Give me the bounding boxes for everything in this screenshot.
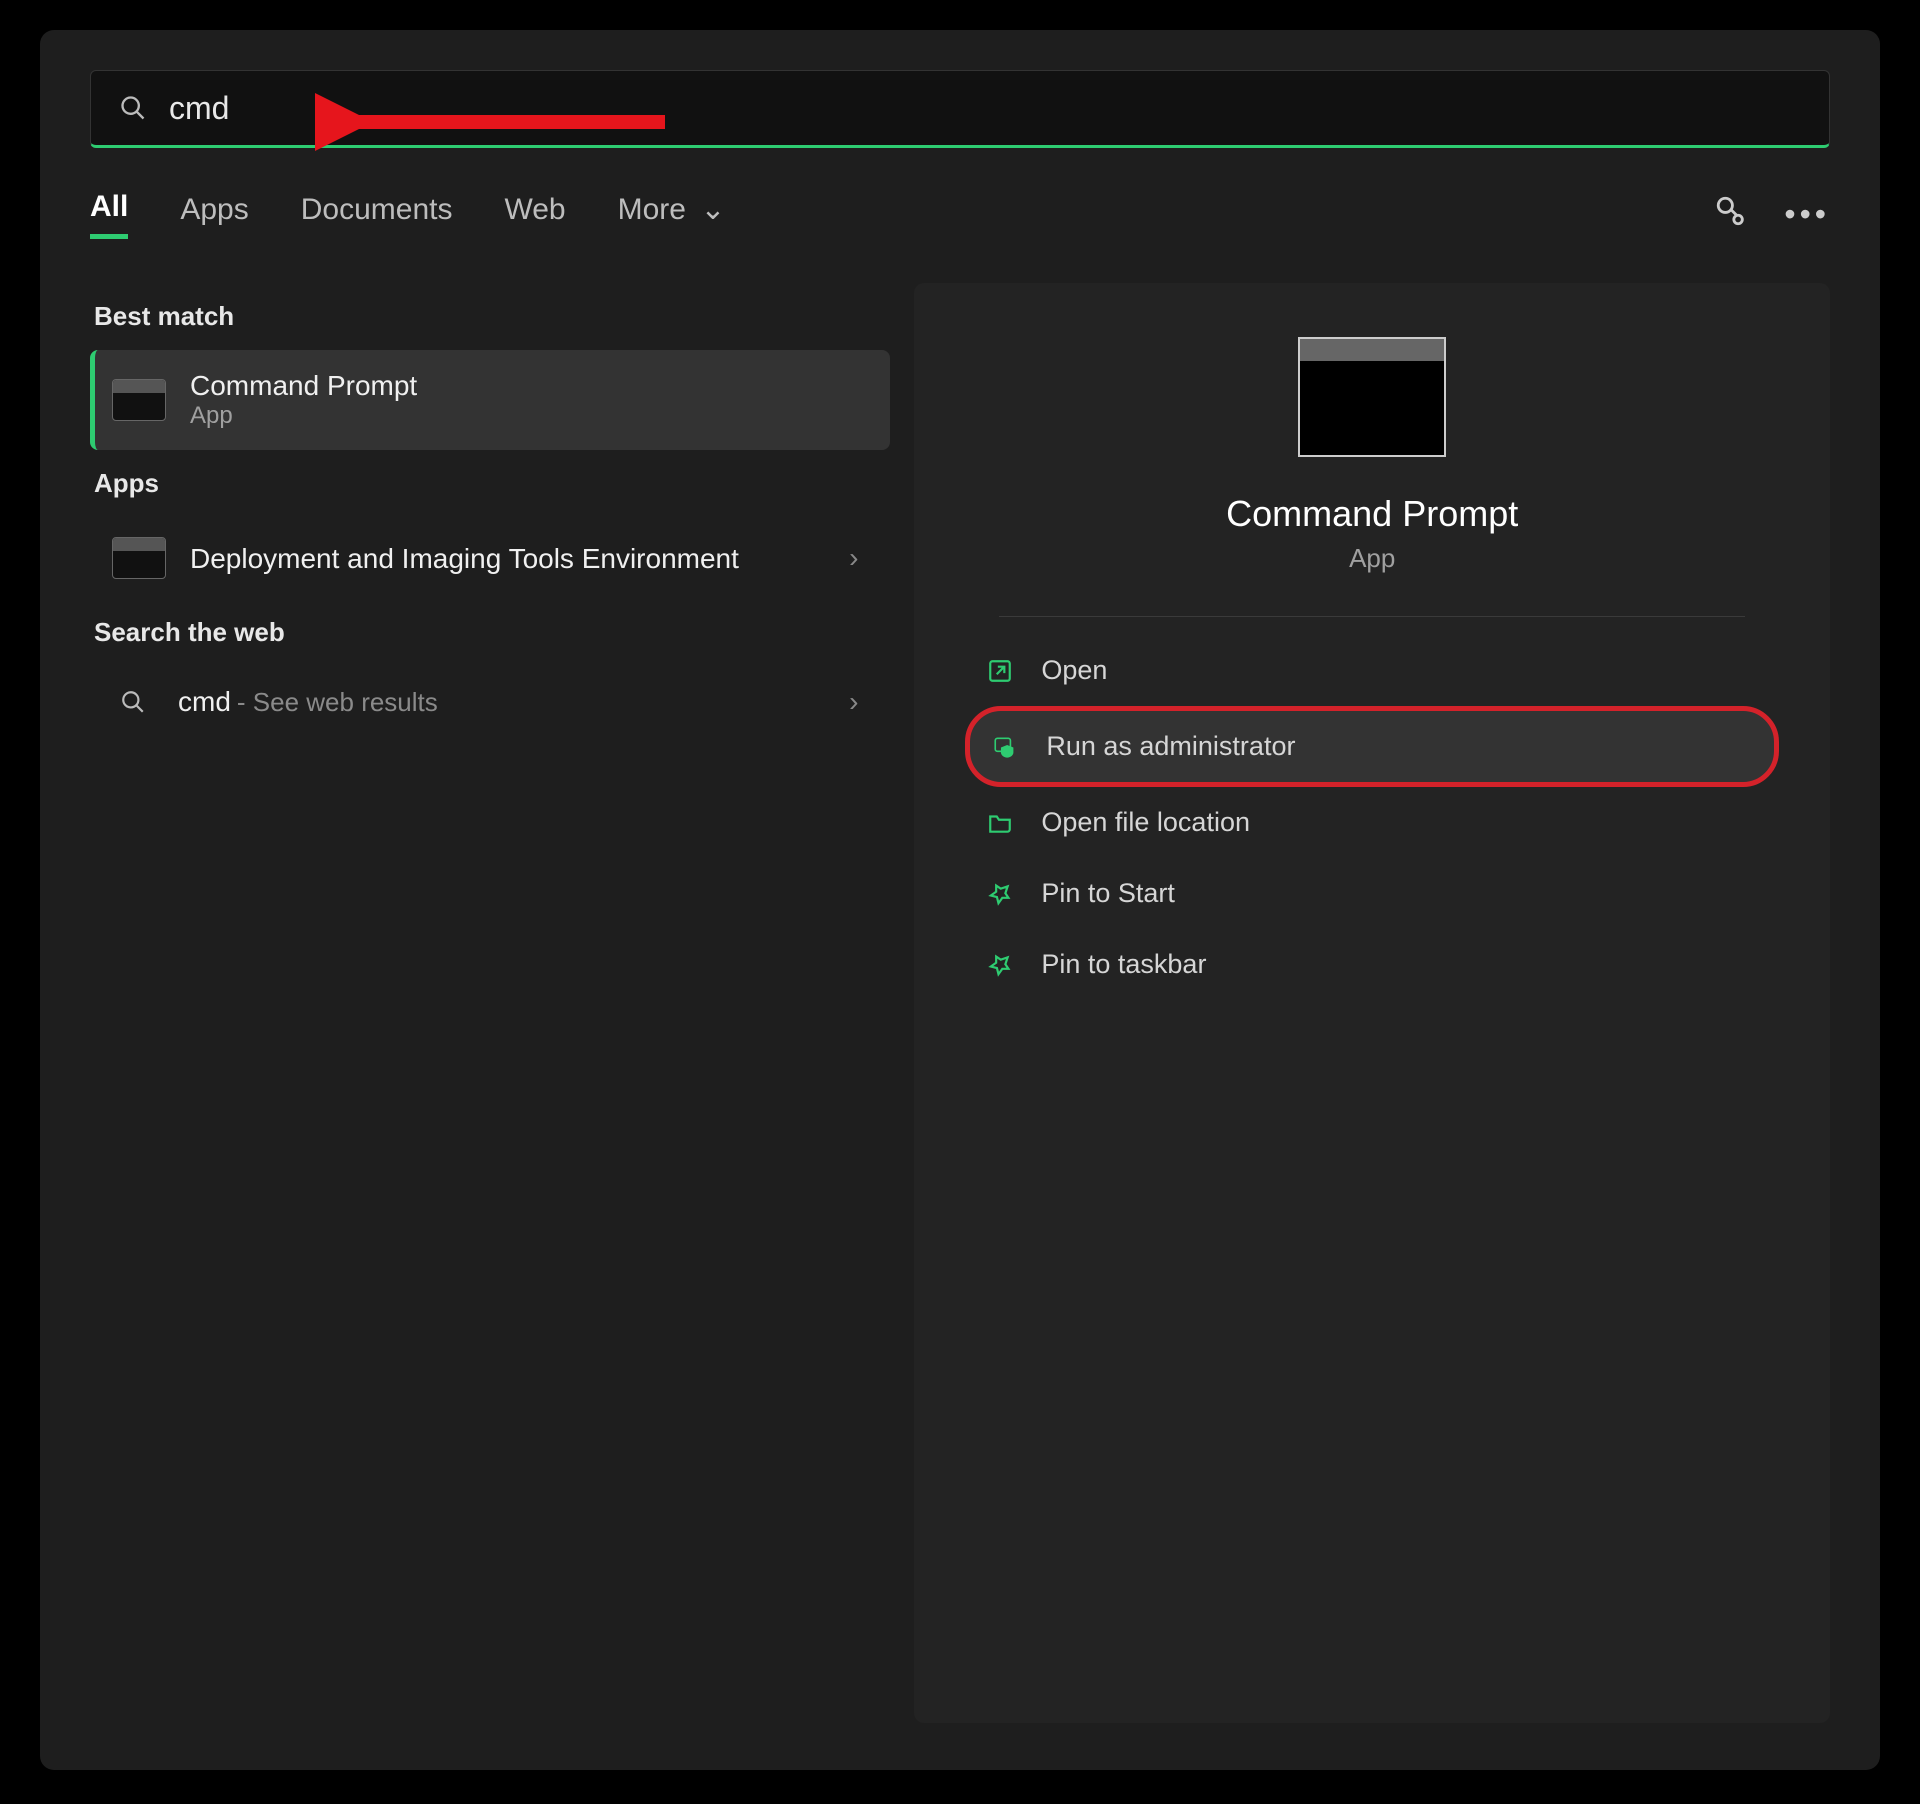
section-best-match: Best match [90, 283, 890, 350]
admin-shield-icon [990, 734, 1020, 760]
open-icon [985, 658, 1015, 684]
results-column: Best match Command Prompt App Apps Deplo… [90, 283, 890, 1723]
action-list: Open Run as administrator Open file loca… [965, 635, 1779, 1000]
web-query: cmd [178, 686, 231, 718]
more-options-icon[interactable]: ••• [1784, 196, 1830, 233]
tab-all[interactable]: All [90, 190, 128, 239]
action-label: Open file location [1041, 807, 1250, 838]
action-open-file-location[interactable]: Open file location [965, 787, 1779, 858]
start-search-panel: All Apps Documents Web More ⌄ ••• Best m… [40, 30, 1880, 1770]
section-search-web: Search the web [90, 599, 890, 666]
filter-tabs: All Apps Documents Web More ⌄ ••• [90, 190, 1830, 239]
preview-title: Command Prompt [1226, 493, 1518, 535]
tab-web[interactable]: Web [504, 193, 565, 237]
action-label: Pin to taskbar [1041, 949, 1206, 980]
preview-pane: Command Prompt App Open Run as administr… [914, 283, 1830, 1723]
action-label: Pin to Start [1041, 878, 1175, 909]
tab-more-label: More [618, 193, 686, 226]
result-subtitle: App [190, 402, 417, 430]
action-run-as-admin[interactable]: Run as administrator [965, 706, 1779, 787]
action-label: Run as administrator [1046, 731, 1295, 762]
chevron-right-icon[interactable]: › [849, 542, 868, 574]
pin-icon [985, 881, 1015, 907]
result-web-cmd[interactable]: cmd - See web results › [90, 666, 890, 738]
tab-more[interactable]: More ⌄ [618, 192, 726, 237]
divider [999, 616, 1745, 617]
action-open[interactable]: Open [965, 635, 1779, 706]
chevron-right-icon[interactable]: › [849, 686, 868, 718]
cmd-icon [112, 537, 166, 579]
result-deployment-tools[interactable]: Deployment and Imaging Tools Environment… [90, 517, 890, 599]
action-pin-to-start[interactable]: Pin to Start [965, 858, 1779, 929]
search-bar[interactable] [90, 70, 1830, 148]
cmd-icon [112, 379, 166, 421]
pin-icon [985, 952, 1015, 978]
tab-apps[interactable]: Apps [180, 193, 248, 237]
folder-icon [985, 810, 1015, 836]
section-apps: Apps [90, 450, 890, 517]
action-label: Open [1041, 655, 1107, 686]
search-input[interactable] [169, 90, 1801, 127]
search-icon [112, 689, 154, 715]
action-pin-to-taskbar[interactable]: Pin to taskbar [965, 929, 1779, 1000]
result-title: Command Prompt [190, 370, 417, 402]
chevron-down-icon: ⌄ [700, 193, 725, 226]
web-suffix: - See web results [237, 687, 438, 718]
feedback-icon[interactable] [1714, 194, 1748, 236]
result-command-prompt[interactable]: Command Prompt App [90, 350, 890, 450]
tab-documents[interactable]: Documents [301, 193, 453, 237]
preview-subtitle: App [1349, 543, 1395, 574]
app-icon-large [1298, 337, 1446, 457]
search-icon [119, 94, 147, 122]
result-title: Deployment and Imaging Tools Environment [190, 541, 739, 576]
